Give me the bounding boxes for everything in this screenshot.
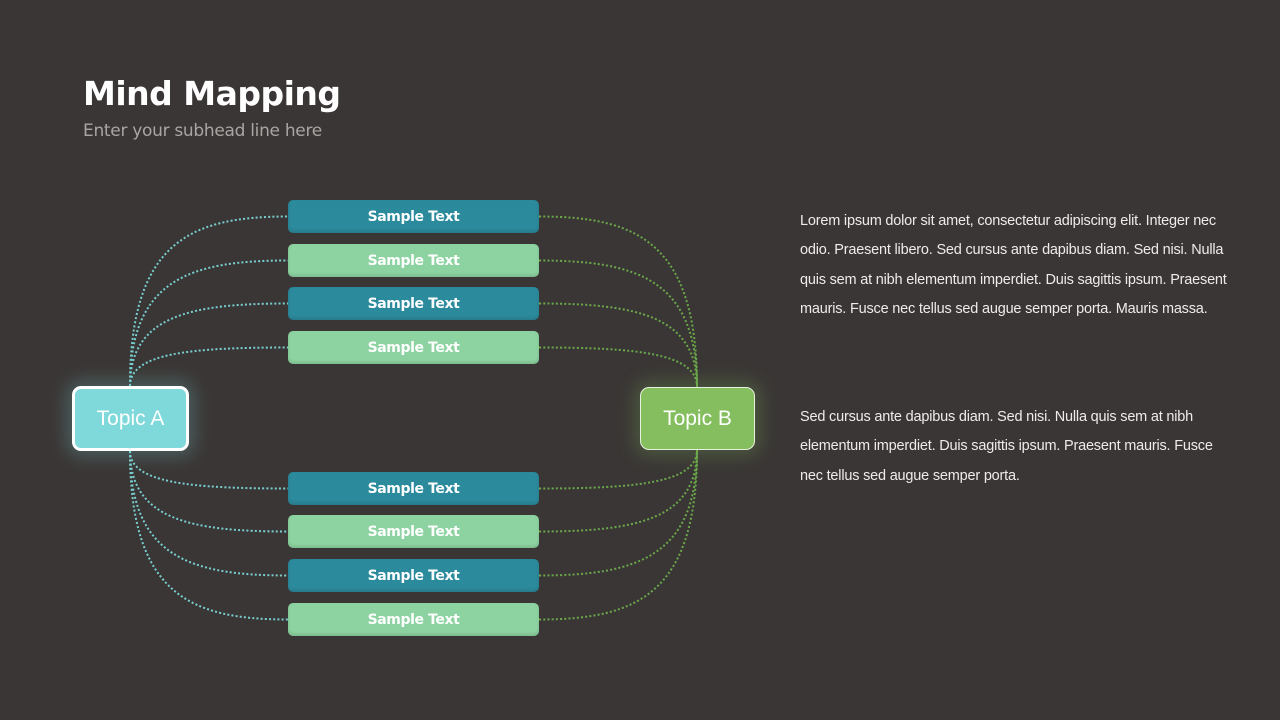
connector-a-bottom-1	[129, 450, 289, 490]
branch-label: Sample Text	[367, 567, 460, 584]
connector-a-top-3	[129, 302, 289, 387]
branch-top-2[interactable]: Sample Text	[288, 244, 539, 277]
connector-b-top-3	[538, 302, 698, 388]
branch-label: Sample Text	[367, 523, 460, 540]
branch-top-4[interactable]: Sample Text	[288, 331, 539, 364]
branch-top-1[interactable]: Sample Text	[288, 200, 539, 233]
branch-label: Sample Text	[367, 339, 460, 356]
branch-bottom-1[interactable]: Sample Text	[288, 472, 539, 505]
branch-top-3[interactable]: Sample Text	[288, 287, 539, 320]
connector-b-top-1	[538, 215, 698, 388]
connector-b-bottom-2	[538, 449, 698, 533]
branch-label: Sample Text	[367, 611, 460, 628]
connector-b-top-4	[538, 346, 698, 388]
connector-layer	[129, 215, 698, 621]
connector-a-bottom-2	[129, 450, 289, 533]
branch-label: Sample Text	[367, 295, 460, 312]
topic-b-label: Topic B	[663, 406, 732, 430]
connector-b-bottom-1	[538, 449, 698, 490]
description-paragraph-2: Sed cursus ante dapibus diam. Sed nisi. …	[800, 409, 1213, 484]
connector-a-top-4	[129, 346, 289, 387]
topic-a-node[interactable]: Topic A	[72, 386, 189, 451]
connector-a-top-2	[129, 259, 289, 387]
connector-b-bottom-3	[538, 449, 698, 577]
topic-a-label: Topic A	[96, 406, 165, 430]
branch-bottom-3[interactable]: Sample Text	[288, 559, 539, 592]
branch-label: Sample Text	[367, 252, 460, 269]
branch-bottom-2[interactable]: Sample Text	[288, 515, 539, 548]
description-paragraph-1: Lorem ipsum dolor sit amet, consectetur …	[800, 213, 1227, 317]
topic-b-node[interactable]: Topic B	[640, 387, 755, 450]
branch-label: Sample Text	[367, 480, 460, 497]
branch-label: Sample Text	[367, 208, 460, 225]
branch-bottom-4[interactable]: Sample Text	[288, 603, 539, 636]
connector-b-top-2	[538, 259, 698, 388]
connector-a-bottom-3	[129, 450, 289, 577]
